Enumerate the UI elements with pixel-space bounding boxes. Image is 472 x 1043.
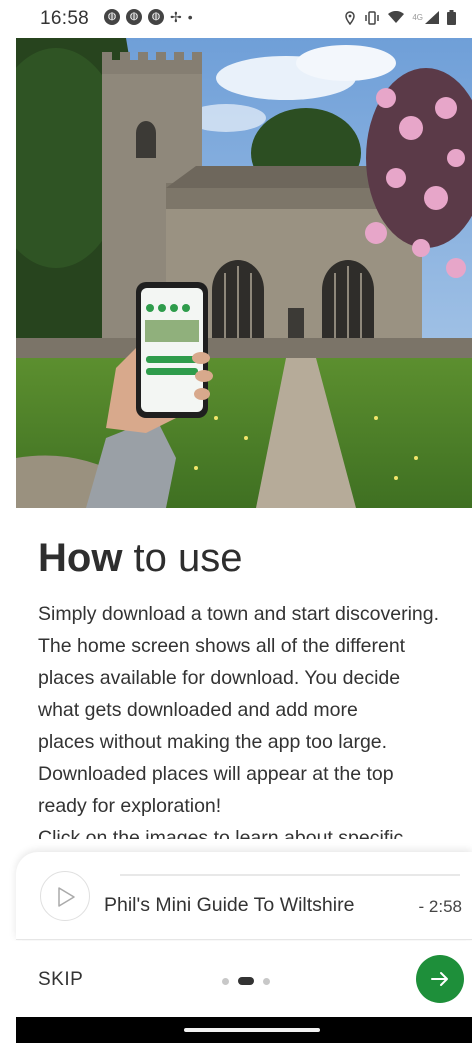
- intro-line: Downloaded places will appear at the top: [38, 763, 394, 785]
- intro-line: places available for download. You decid…: [38, 667, 401, 689]
- arrow-right-icon: [431, 972, 448, 986]
- fan-icon: ✢: [170, 9, 182, 25]
- signal-icon: [425, 11, 439, 24]
- heading-bold: How: [38, 536, 123, 580]
- next-button[interactable]: [416, 955, 464, 1003]
- intro-line: Simply download a town and start discove…: [38, 603, 440, 625]
- page-dot: [222, 977, 229, 985]
- status-bar: 16:58 ◍ ◍ ◍ ✢ • 4G: [0, 0, 472, 38]
- status-right-icons: 4G: [344, 10, 456, 25]
- notification-icon: ◍: [148, 9, 164, 25]
- page-dot: [263, 977, 270, 985]
- audio-title: Phil's Mini Guide To Wiltshire: [104, 894, 355, 916]
- intro-content: How to use Simply download a town and st…: [38, 534, 468, 839]
- play-icon: [58, 887, 75, 907]
- intro-line: places without making the app too large.: [38, 731, 388, 753]
- audio-progress-bar[interactable]: [120, 874, 460, 876]
- battery-icon: [447, 10, 456, 25]
- intro-line: what gets downloaded and add more: [38, 699, 358, 721]
- heading-rest: to use: [122, 536, 243, 580]
- location-icon: [345, 10, 356, 25]
- audio-player: Phil's Mini Guide To Wiltshire - 2:58: [16, 852, 472, 940]
- wifi-icon: [388, 11, 405, 23]
- onboarding-footer: SKIP: [0, 941, 472, 1017]
- notification-icon: ◍: [104, 9, 120, 25]
- intro-paragraph: Simply download a town and start discove…: [38, 598, 468, 839]
- intro-line: ready for exploration!: [38, 795, 222, 817]
- status-time: 16:58: [40, 8, 90, 29]
- vibrate-icon: [365, 10, 380, 25]
- status-left-icons: ◍ ◍ ◍ ✢ •: [104, 9, 193, 26]
- notification-icon: ◍: [126, 9, 142, 25]
- page-indicator: [222, 977, 270, 985]
- church-photo: [16, 38, 472, 508]
- page-title: How to use: [38, 534, 468, 582]
- intro-line: The home screen shows all of the differe…: [38, 635, 406, 657]
- network-type: 4G: [412, 13, 423, 22]
- intro-line: Click on the images to learn about speci…: [38, 827, 404, 839]
- hero-image[interactable]: [16, 38, 472, 508]
- play-button[interactable]: [40, 871, 90, 921]
- skip-button[interactable]: SKIP: [38, 969, 83, 991]
- page-dot-active: [238, 977, 254, 985]
- system-nav-bar: [16, 1017, 472, 1043]
- home-gesture-handle[interactable]: [184, 1028, 320, 1032]
- audio-time-remaining: - 2:58: [418, 897, 462, 916]
- dot-icon: •: [187, 9, 193, 25]
